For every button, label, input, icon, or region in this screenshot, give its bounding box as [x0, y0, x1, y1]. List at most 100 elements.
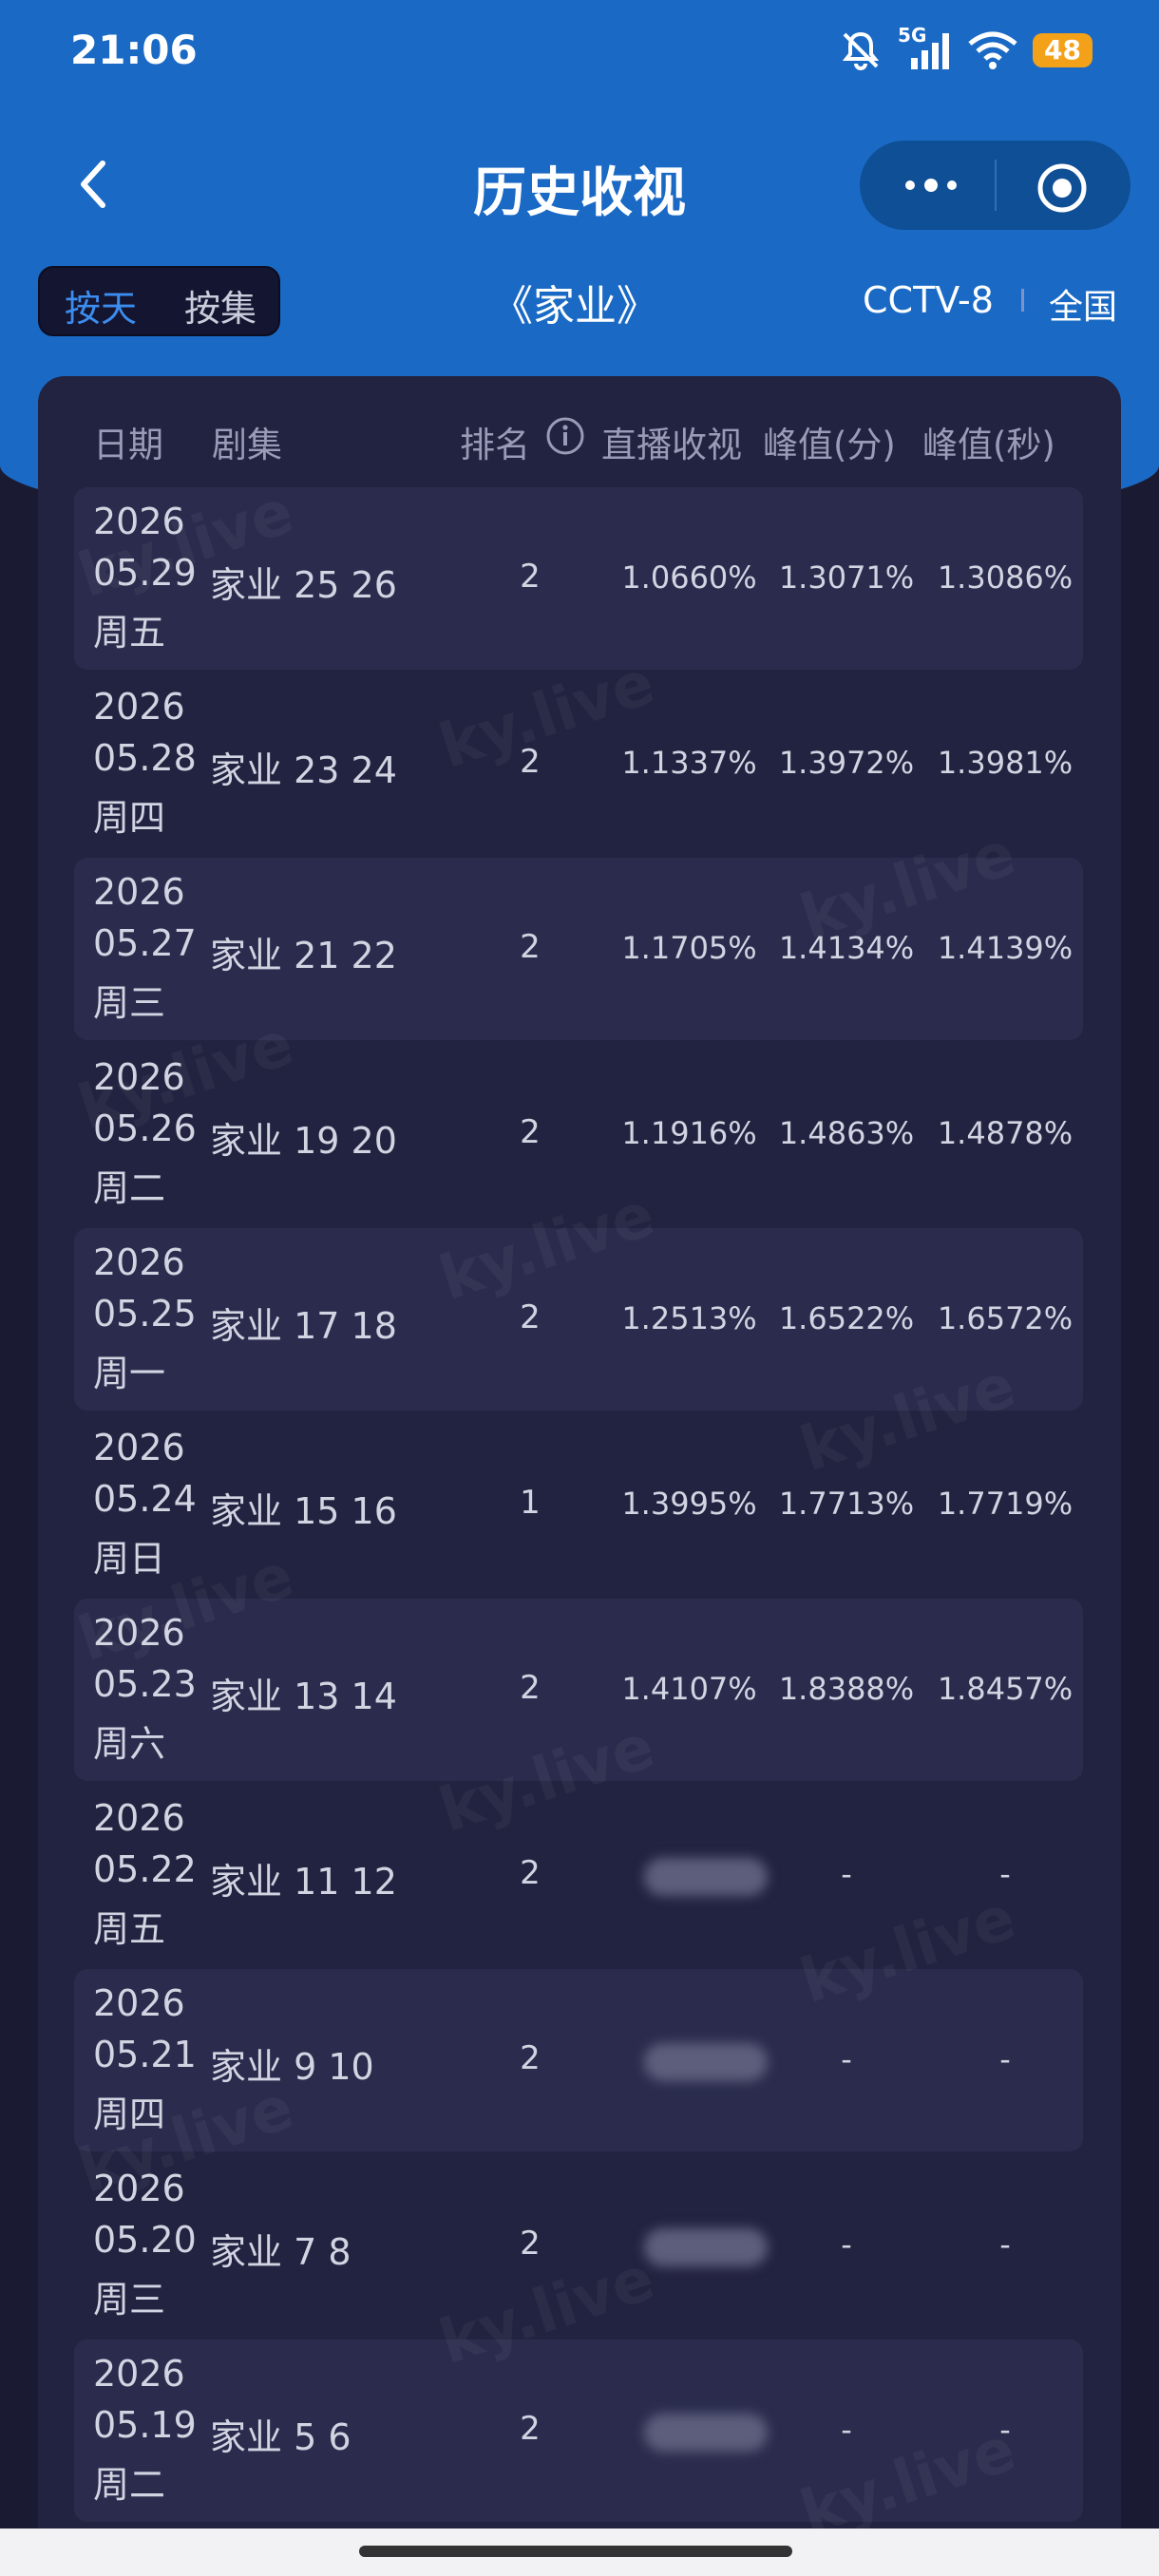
header-peak-min: 峰值(分) — [763, 425, 896, 465]
nav-bar: 历史收视 — [0, 133, 1159, 237]
header-peak-sec: 峰值(秒) — [922, 425, 1055, 465]
row-year: 2026 — [93, 1056, 185, 1098]
row-peak-sec: - — [999, 1856, 1011, 1892]
row-live-rating-hidden — [644, 2228, 768, 2266]
row-rank: 2 — [520, 743, 541, 781]
row-episode: 家业 15 16 — [210, 1490, 397, 1532]
row-date: 05.27 — [93, 922, 197, 964]
row-episode: 家业 5 6 — [210, 2416, 352, 2458]
row-weekday: 周日 — [93, 1538, 166, 1580]
status-bar: 21:06 5G 48 — [0, 0, 1159, 104]
row-weekday: 周五 — [93, 612, 166, 653]
row-rank: 2 — [520, 1298, 541, 1336]
table-row[interactable]: 2026 05.25 周一 家业 17 18 2 1.2513% 1.6522% 1.6572… — [74, 1228, 1083, 1411]
table-header: 日期 剧集 排名 直播收视 峰值(分) 峰值(秒) — [38, 376, 1121, 490]
row-live-rating: 1.1705% — [621, 930, 757, 966]
row-rank: 2 — [520, 2225, 541, 2263]
row-year: 2026 — [93, 1612, 185, 1654]
mini-program-capsule — [860, 141, 1130, 230]
target-icon[interactable] — [1036, 161, 1089, 215]
wifi-icon — [968, 31, 1017, 69]
table-row[interactable]: 2026 05.24 周日 家业 15 16 1 1.3995% 1.7713% 1.7719… — [74, 1413, 1083, 1596]
row-date: 05.29 — [93, 552, 197, 594]
table-row[interactable]: 2026 05.23 周六 家业 13 14 2 1.4107% 1.8388% 1.8457… — [74, 1599, 1083, 1781]
row-live-rating: 1.1916% — [621, 1115, 757, 1151]
row-peak-min: 1.8388% — [778, 1671, 915, 1707]
row-live-rating: 1.1337% — [621, 745, 757, 781]
row-date: 05.19 — [93, 2404, 197, 2446]
table-row[interactable]: 2026 05.27 周三 家业 21 22 2 1.1705% 1.4134% 1.4139… — [74, 858, 1083, 1040]
row-peak-min: - — [841, 2412, 852, 2448]
row-episode: 家业 19 20 — [210, 1120, 397, 1162]
row-rank: 2 — [520, 2039, 541, 2077]
region-selector[interactable]: 全国 — [1049, 279, 1117, 329]
row-episode: 家业 7 8 — [210, 2231, 352, 2273]
table-row[interactable]: 2026 05.29 周五 家业 25 26 2 1.0660% 1.3071% 1.3086… — [74, 487, 1083, 670]
row-rank: 2 — [520, 1854, 541, 1892]
table-row[interactable]: 2026 05.26 周二 家业 19 20 2 1.1916% 1.4863% 1.4878… — [74, 1043, 1083, 1225]
row-peak-sec: 1.4139% — [937, 930, 1074, 966]
signal-icon: 5G — [898, 24, 953, 71]
row-episode: 家业 25 26 — [210, 564, 397, 606]
row-date: 05.23 — [93, 1663, 197, 1705]
home-bar[interactable] — [359, 2546, 792, 2557]
row-year: 2026 — [93, 2353, 185, 2395]
header-episode: 剧集 — [212, 425, 282, 465]
row-live-rating-hidden — [644, 1858, 768, 1896]
row-weekday: 周一 — [93, 1353, 166, 1394]
table-row[interactable]: 2026 05.28 周四 家业 23 24 2 1.1337% 1.3972% 1.3981… — [74, 672, 1083, 855]
row-rank: 2 — [520, 928, 541, 966]
row-rank: 1 — [520, 1484, 541, 1522]
row-date: 05.25 — [93, 1293, 197, 1335]
row-peak-min: - — [841, 1856, 852, 1892]
channel-selector[interactable]: CCTV-8 — [863, 279, 994, 321]
battery-icon: 48 — [1033, 33, 1092, 67]
row-peak-min: 1.4134% — [778, 930, 915, 966]
row-peak-sec: 1.6572% — [937, 1300, 1074, 1336]
table-row[interactable]: 2026 05.19 周二 家业 5 6 2 - - — [74, 2339, 1083, 2522]
row-weekday: 周四 — [93, 2093, 166, 2135]
row-rank: 2 — [520, 1669, 541, 1707]
row-year: 2026 — [93, 1241, 185, 1283]
row-live-rating: 1.3995% — [621, 1486, 757, 1522]
row-peak-sec: - — [999, 2226, 1011, 2263]
status-time: 21:06 — [70, 27, 198, 73]
row-peak-min: 1.3071% — [778, 559, 915, 596]
info-icon[interactable] — [545, 416, 585, 456]
row-peak-sec: 1.3086% — [937, 559, 1074, 596]
row-year: 2026 — [93, 1427, 185, 1468]
row-peak-min: 1.6522% — [778, 1300, 915, 1336]
more-dots-icon[interactable] — [898, 161, 964, 209]
row-rank: 2 — [520, 558, 541, 596]
header-rank: 排名 — [460, 425, 530, 465]
row-year: 2026 — [93, 501, 185, 542]
status-icons: 5G 48 — [839, 24, 1092, 72]
row-peak-sec: 1.8457% — [937, 1671, 1074, 1707]
row-weekday: 周四 — [93, 797, 166, 839]
row-rank: 2 — [520, 2410, 541, 2448]
header-live: 直播收视 — [601, 425, 742, 465]
row-weekday: 周五 — [93, 1908, 166, 1950]
row-year: 2026 — [93, 1797, 185, 1839]
row-live-rating: 1.2513% — [621, 1300, 757, 1336]
row-peak-min: 1.7713% — [778, 1486, 915, 1522]
row-date: 05.26 — [93, 1108, 197, 1149]
row-date: 05.21 — [93, 2034, 197, 2075]
row-live-rating-hidden — [644, 2043, 768, 2081]
row-episode: 家业 9 10 — [210, 2046, 374, 2088]
row-year: 2026 — [93, 686, 185, 728]
row-peak-sec: - — [999, 2041, 1011, 2077]
row-peak-min: 1.4863% — [778, 1115, 915, 1151]
row-peak-min: - — [841, 2226, 852, 2263]
row-rank: 2 — [520, 1113, 541, 1151]
row-peak-min: 1.3972% — [778, 745, 915, 781]
table-row[interactable]: 2026 05.21 周四 家业 9 10 2 - - — [74, 1969, 1083, 2151]
row-episode: 家业 21 22 — [210, 935, 397, 976]
row-peak-sec: 1.3981% — [937, 745, 1074, 781]
table-row[interactable]: 2026 05.22 周五 家业 11 12 2 - - — [74, 1784, 1083, 1966]
table-row[interactable]: 2026 05.20 周三 家业 7 8 2 - - — [74, 2154, 1083, 2337]
row-peak-sec: - — [999, 2412, 1011, 2448]
mute-bell-icon — [842, 31, 880, 70]
header-date: 日期 — [93, 425, 163, 465]
row-episode: 家业 17 18 — [210, 1305, 397, 1347]
